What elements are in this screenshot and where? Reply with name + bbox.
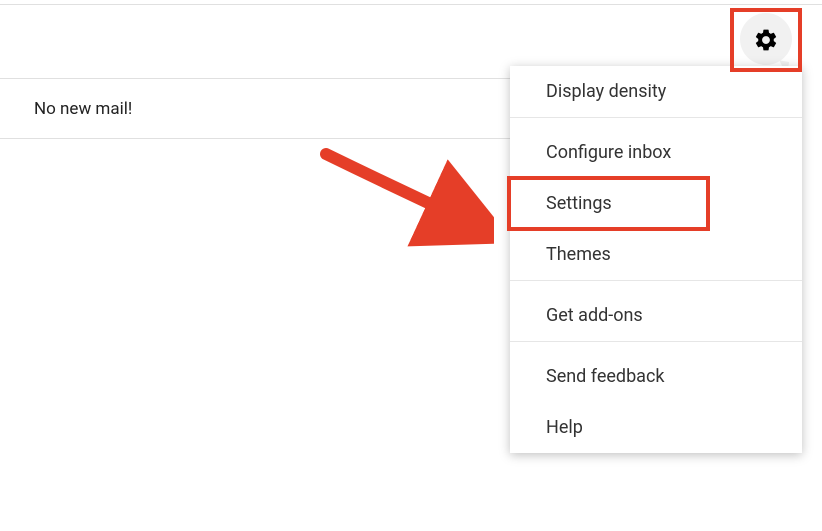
menu-item-display-density[interactable]: Display density bbox=[510, 66, 802, 117]
menu-item-label: Display density bbox=[546, 81, 666, 102]
menu-item-label: Get add-ons bbox=[546, 305, 643, 326]
menu-item-help[interactable]: Help bbox=[510, 402, 802, 453]
menu-item-label: Send feedback bbox=[546, 366, 665, 387]
annotation-arrow bbox=[314, 142, 494, 252]
inbox-status-text: No new mail! bbox=[34, 99, 132, 119]
menu-item-settings[interactable]: Settings bbox=[510, 178, 802, 229]
gear-icon bbox=[753, 27, 779, 53]
menu-item-label: Themes bbox=[546, 244, 611, 265]
menu-divider bbox=[510, 280, 802, 290]
menu-divider bbox=[510, 117, 802, 127]
menu-item-label: Help bbox=[546, 417, 583, 438]
menu-item-send-feedback[interactable]: Send feedback bbox=[510, 351, 802, 402]
menu-item-label: Settings bbox=[546, 193, 612, 214]
menu-item-themes[interactable]: Themes bbox=[510, 229, 802, 280]
settings-dropdown-menu: Display density Configure inbox Settings… bbox=[510, 66, 802, 453]
menu-item-configure-inbox[interactable]: Configure inbox bbox=[510, 127, 802, 178]
menu-item-get-addons[interactable]: Get add-ons bbox=[510, 290, 802, 341]
settings-gear-button[interactable] bbox=[734, 9, 798, 71]
menu-item-label: Configure inbox bbox=[546, 142, 671, 163]
menu-divider bbox=[510, 341, 802, 351]
